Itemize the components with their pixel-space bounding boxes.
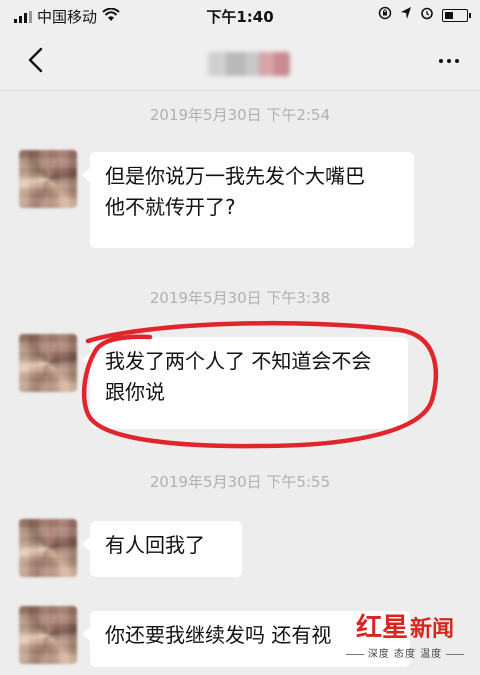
message-text: 但是你说万一我先发个大嘴巴	[105, 164, 365, 188]
more-options-button[interactable]	[432, 48, 466, 74]
message-text: 我发了两个人了 不知道会不会	[105, 349, 372, 373]
watermark: 红星 新闻 深度 态度 温度	[340, 607, 470, 663]
chat-header	[0, 30, 480, 91]
message-timestamp: 2019年5月30日 下午2:54	[149, 106, 331, 124]
avatar[interactable]	[19, 334, 77, 392]
location-arrow-icon	[400, 6, 412, 24]
watermark-slogan: 深度 态度 温度	[340, 645, 470, 660]
back-button[interactable]	[18, 43, 52, 77]
alarm-icon	[420, 6, 434, 24]
watermark-logo: 红星 新闻	[340, 607, 470, 644]
avatar[interactable]	[19, 150, 77, 208]
message-text: 跟你说	[105, 380, 165, 404]
screen-rotation-lock-icon	[378, 6, 392, 24]
chevron-left-icon	[28, 47, 43, 73]
status-right	[378, 6, 471, 24]
ellipsis-icon	[439, 59, 443, 63]
watermark-news: 新闻	[410, 616, 455, 642]
watermark-brand: 红星	[355, 613, 408, 643]
message-text: 他不就传开了?	[105, 195, 236, 219]
message-bubble[interactable]: 但是你说万一我先发个大嘴巴 他不就传开了?	[82, 152, 414, 248]
battery-icon	[442, 8, 471, 22]
chat-area[interactable]: 2019年5月30日 下午2:54 但是你说万一我先发个大嘴巴 他不就传开了? …	[0, 91, 480, 675]
avatar[interactable]	[19, 606, 77, 664]
message-bubble[interactable]: 我发了两个人了 不知道会不会 跟你说	[82, 337, 408, 429]
avatar[interactable]	[19, 519, 77, 577]
message-timestamp: 2019年5月30日 下午5:55	[149, 473, 331, 491]
message-timestamp: 2019年5月30日 下午3:38	[149, 289, 331, 307]
message-text: 有人回我了	[105, 533, 205, 557]
message-bubble[interactable]: 有人回我了	[82, 521, 242, 577]
contact-name-blurred	[208, 52, 290, 76]
status-bar: 中国移动 下午1:40	[0, 0, 480, 30]
